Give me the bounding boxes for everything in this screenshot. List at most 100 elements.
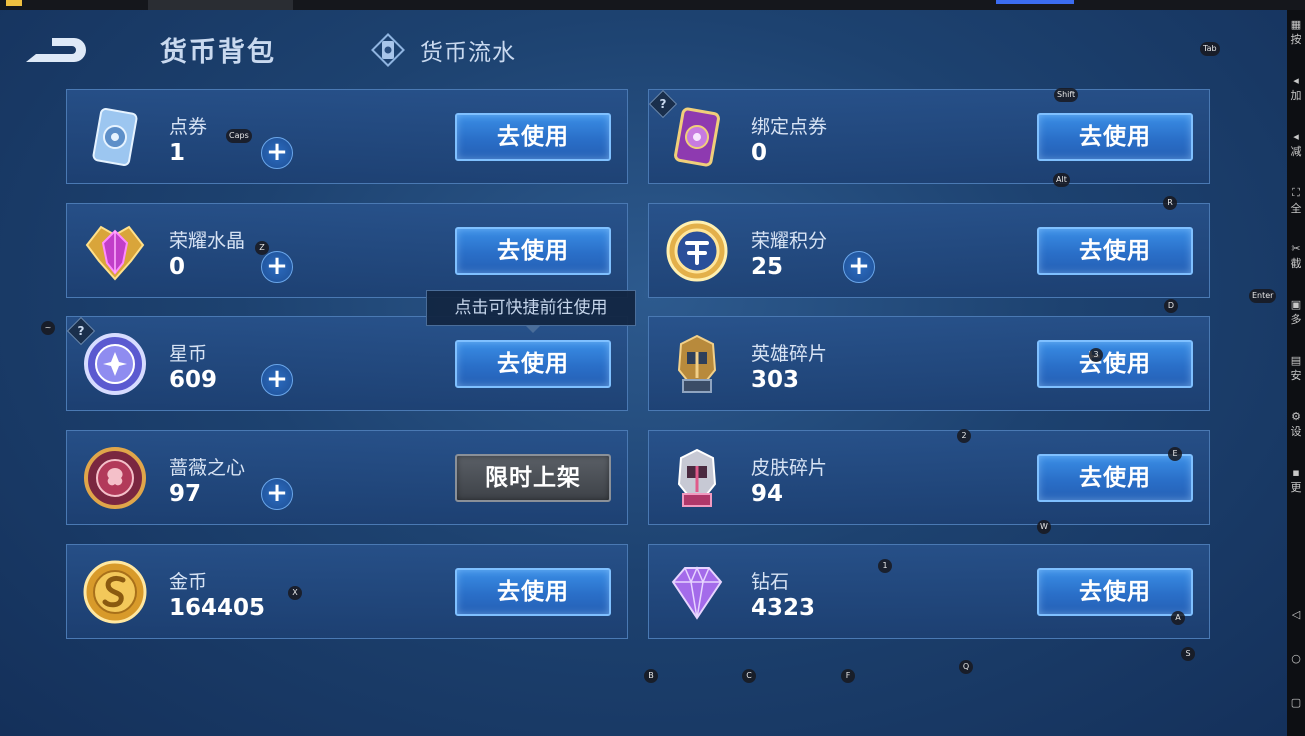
currency-value: 94: [751, 481, 784, 507]
key-hint-d: D: [1164, 299, 1178, 313]
use-glory-crystal-button[interactable]: 去使用: [455, 227, 611, 275]
top-indicator: [996, 0, 1074, 4]
key-hint-alt: Alt: [1053, 173, 1070, 187]
star-coin-icon: [84, 333, 146, 395]
sidebar-item-volume-up[interactable]: ◂ 加: [1287, 74, 1305, 103]
key-hint-tab: Tab: [1200, 42, 1220, 56]
window-tab[interactable]: [148, 0, 293, 10]
key-hint-c: C: [742, 669, 756, 683]
back-button[interactable]: [22, 32, 90, 68]
key-hint-r: R: [1163, 196, 1177, 210]
back-arrow-icon: [26, 38, 86, 62]
glory-crystal-icon: [85, 225, 145, 281]
glory-points-icon: [666, 220, 728, 282]
add-glory-points-button[interactable]: +: [843, 251, 875, 283]
currency-name: 荣耀水晶: [169, 230, 246, 252]
currency-value: 303: [751, 367, 800, 393]
currency-card-diamond: 钻石 4323 去使用: [648, 544, 1210, 639]
currency-value: 164405: [169, 595, 266, 621]
quick-use-tooltip: 点击可快捷前往使用: [426, 290, 636, 333]
currency-name: 金币: [169, 571, 208, 593]
key-hint-shift: Shift: [1054, 88, 1079, 102]
key-hint-x: X: [288, 586, 302, 600]
tab-currency-flow-label: 货币流水: [420, 40, 516, 66]
key-hint-enter: Enter: [1249, 289, 1277, 303]
currency-card-rose-heart: 蔷薇之心 97 + 限时上架: [66, 430, 628, 525]
add-glory-crystal-button[interactable]: +: [261, 251, 293, 283]
currency-name: 荣耀积分: [751, 230, 828, 252]
currency-card-gold: 金币 164405 去使用: [66, 544, 628, 639]
hero-fragment-icon: [677, 334, 717, 393]
use-hero-fragment-button[interactable]: 去使用: [1037, 340, 1193, 388]
sidebar-item-multi[interactable]: ▣ 多: [1287, 298, 1305, 327]
key-hint-caps: Caps: [226, 129, 252, 143]
key-hint-e: E: [1168, 447, 1182, 461]
back-nav-icon[interactable]: ◁: [1287, 608, 1305, 621]
key-hint-z: Z: [255, 241, 269, 255]
currency-name: 皮肤碎片: [751, 457, 828, 479]
coupon-icon: [92, 108, 138, 166]
currency-name: 点券: [169, 116, 208, 138]
currency-value: 4323: [751, 595, 816, 621]
add-rose-heart-button[interactable]: +: [261, 478, 293, 510]
skin-fragment-icon: [677, 448, 717, 507]
currency-name: 绑定点券: [751, 116, 828, 138]
key-hint-s: S: [1181, 647, 1195, 661]
currency-value: 25: [751, 254, 784, 280]
window-top-bar: [0, 0, 1305, 10]
currency-card-hero-fragment: 英雄碎片 303 去使用: [648, 316, 1210, 411]
key-hint-2: 2: [957, 429, 971, 443]
key-hint-q: Q: [959, 660, 973, 674]
currency-card-coupon: 点券 1 + 去使用: [66, 89, 628, 184]
use-coupon-button[interactable]: 去使用: [455, 113, 611, 161]
key-hint-b: B: [644, 669, 658, 683]
currency-name: 英雄碎片: [751, 343, 828, 365]
sidebar-item-fullscreen[interactable]: ⛶ 全: [1287, 186, 1305, 216]
currency-card-icon: [371, 33, 405, 67]
key-hint-3: 3: [1089, 348, 1103, 362]
currency-value: 0: [169, 254, 186, 280]
app-logo-icon: [6, 0, 22, 6]
key-hint-1: 1: [878, 559, 892, 573]
key-hint-f: F: [841, 669, 855, 683]
add-star-coin-button[interactable]: +: [261, 364, 293, 396]
sidebar-item-screenshot[interactable]: ✂ 截: [1287, 242, 1305, 271]
recent-nav-icon[interactable]: ▢: [1287, 696, 1305, 709]
sidebar-item-keymap[interactable]: ▦ 按: [1287, 18, 1305, 47]
sidebar-item-install[interactable]: ▤ 安: [1287, 354, 1305, 383]
currency-name: 星币: [169, 343, 208, 365]
diamond-icon: [671, 566, 723, 620]
key-hint-a: A: [1171, 611, 1185, 625]
emulator-sidebar: ▦ 按 ◂ 加 ◂ 减 ⛶ 全 ✂ 截 ▣ 多 ▤ 安 ⚙ 设 ▪ 更 ◁ ○ ▢: [1287, 10, 1305, 736]
gold-coin-icon: [83, 560, 147, 624]
home-nav-icon[interactable]: ○: [1287, 652, 1305, 665]
use-gold-button[interactable]: 去使用: [455, 568, 611, 616]
sidebar-item-volume-down[interactable]: ◂ 减: [1287, 130, 1305, 159]
currency-value: 609: [169, 367, 218, 393]
currency-value: 97: [169, 481, 202, 507]
currency-card-star-coin: ? 星币 609 + 去使用: [66, 316, 628, 411]
use-bound-coupon-button[interactable]: 去使用: [1037, 113, 1193, 161]
currency-card-glory-crystal: 荣耀水晶 0 + 去使用: [66, 203, 628, 298]
currency-card-glory-points: 荣耀积分 25 + 去使用: [648, 203, 1210, 298]
key-hint-w: W: [1037, 520, 1051, 534]
tab-currency-flow[interactable]: 货币流水: [370, 32, 516, 68]
use-diamond-button[interactable]: 去使用: [1037, 568, 1193, 616]
use-skin-fragment-button[interactable]: 去使用: [1037, 454, 1193, 502]
limited-shelf-button[interactable]: 限时上架: [455, 454, 611, 502]
sidebar-item-settings[interactable]: ⚙ 设: [1287, 410, 1305, 439]
use-star-coin-button[interactable]: 去使用: [455, 340, 611, 388]
sidebar-item-more[interactable]: ▪ 更: [1287, 466, 1305, 495]
add-coupon-button[interactable]: +: [261, 137, 293, 169]
currency-card-skin-fragment: 皮肤碎片 94 去使用: [648, 430, 1210, 525]
use-glory-points-button[interactable]: 去使用: [1037, 227, 1193, 275]
currency-name: 钻石: [751, 571, 790, 593]
currency-value: 1: [169, 140, 186, 166]
currency-value: 0: [751, 140, 768, 166]
currency-name: 蔷薇之心: [169, 457, 246, 479]
page-title: 货币背包: [160, 37, 276, 68]
currency-card-bound-coupon: ? 绑定点券 0 去使用: [648, 89, 1210, 184]
bound-coupon-icon: [674, 107, 720, 167]
rose-heart-icon: [84, 447, 146, 509]
key-hint-tilde: ~: [41, 321, 55, 335]
